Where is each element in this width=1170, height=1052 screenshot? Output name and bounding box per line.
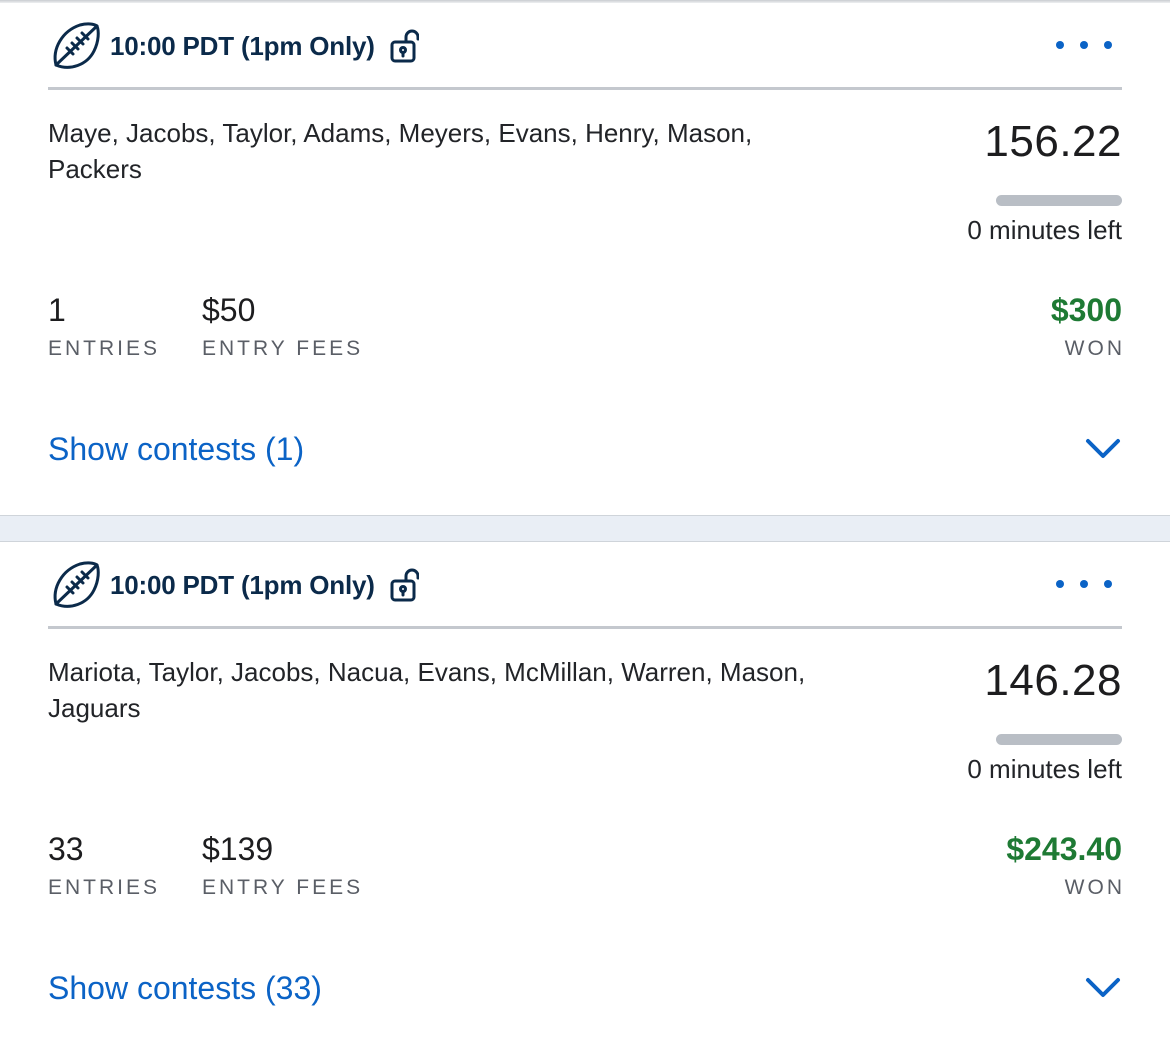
entry-fees-label: ENTRY FEES bbox=[202, 337, 364, 360]
entries-label: ENTRIES bbox=[48, 876, 161, 899]
dot bbox=[1080, 41, 1088, 49]
dot bbox=[1056, 41, 1064, 49]
lineup-score: 156.22 bbox=[984, 117, 1122, 166]
card-header: 10:00 PDT (1pm Only) bbox=[48, 556, 420, 614]
entries-label: ENTRIES bbox=[48, 337, 161, 360]
entries-value: 1 bbox=[48, 292, 66, 328]
time-progress-bar bbox=[996, 195, 1122, 206]
time-left: 0 minutes left bbox=[967, 754, 1122, 784]
lineup-players: Maye, Jacobs, Taylor, Adams, Meyers, Eva… bbox=[48, 118, 753, 184]
football-icon bbox=[48, 558, 102, 612]
card-separator bbox=[0, 515, 1170, 542]
contest-title: 10:00 PDT (1pm Only) bbox=[110, 30, 375, 61]
unlocked-padlock-icon bbox=[389, 28, 420, 64]
won-label: WON bbox=[1064, 876, 1125, 899]
more-options-icon[interactable] bbox=[1056, 33, 1112, 57]
lineup-card: 10:00 PDT (1pm Only) Maye, Jacobs, Taylo… bbox=[0, 3, 1170, 515]
entries-value: 33 bbox=[48, 831, 84, 867]
won-value: $300 bbox=[1050, 292, 1122, 328]
dot bbox=[1104, 41, 1112, 49]
header-divider bbox=[48, 626, 1122, 629]
won-stat: $300 WON bbox=[1051, 291, 1122, 361]
more-options-icon[interactable] bbox=[1056, 572, 1112, 596]
time-left: 0 minutes left bbox=[967, 215, 1122, 245]
contest-title: 10:00 PDT (1pm Only) bbox=[110, 569, 375, 600]
lineup-card: 10:00 PDT (1pm Only) Mariota, Taylor, Ja… bbox=[0, 542, 1170, 1052]
entry-fees-label: ENTRY FEES bbox=[202, 876, 364, 899]
entry-fees-value: $139 bbox=[202, 831, 274, 867]
won-stat: $243.40 WON bbox=[1006, 830, 1122, 900]
won-value: $243.40 bbox=[1006, 831, 1122, 867]
football-icon bbox=[48, 19, 102, 73]
entry-fees-stat: $50 ENTRY FEES bbox=[202, 291, 363, 361]
dot bbox=[1056, 580, 1064, 588]
entries-stat: 33 ENTRIES bbox=[48, 830, 160, 900]
show-contests-link[interactable]: Show contests (1) bbox=[48, 431, 304, 468]
chevron-down-icon[interactable] bbox=[1084, 974, 1122, 1002]
dot bbox=[1080, 580, 1088, 588]
lineup-players: Mariota, Taylor, Jacobs, Nacua, Evans, M… bbox=[48, 657, 806, 723]
entries-stat: 1 ENTRIES bbox=[48, 291, 160, 361]
entry-fees-stat: $139 ENTRY FEES bbox=[202, 830, 363, 900]
time-progress-bar bbox=[996, 734, 1122, 745]
chevron-down-icon[interactable] bbox=[1084, 435, 1122, 463]
unlocked-padlock-icon bbox=[389, 567, 420, 603]
show-contests-link[interactable]: Show contests (33) bbox=[48, 970, 322, 1007]
card-header: 10:00 PDT (1pm Only) bbox=[48, 17, 420, 75]
header-divider bbox=[48, 87, 1122, 90]
won-label: WON bbox=[1064, 337, 1125, 360]
entry-fees-value: $50 bbox=[202, 292, 256, 328]
lineup-score: 146.28 bbox=[984, 656, 1122, 705]
dot bbox=[1104, 580, 1112, 588]
